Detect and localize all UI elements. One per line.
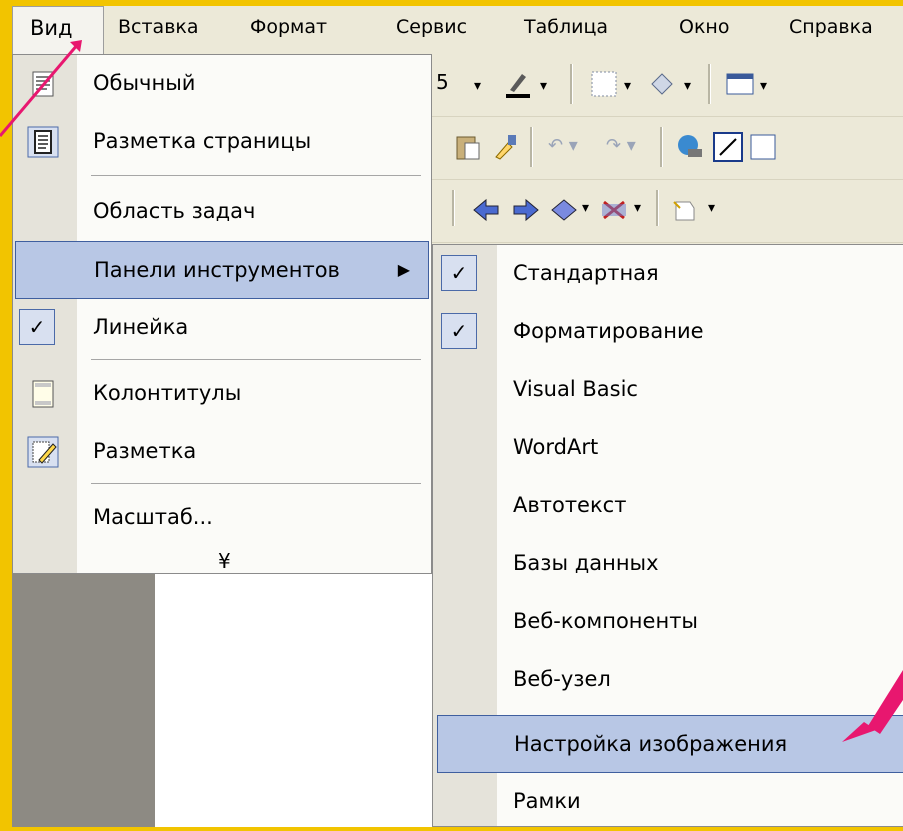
submenu-item-databases[interactable]: Базы данных [433,535,903,593]
submenu-item-label: Автотекст [513,493,627,517]
submenu-item-frames[interactable]: Рамки [433,773,903,831]
submenu-item-wordart[interactable]: WordArt [433,419,903,477]
submenu-item-label: Visual Basic [513,377,638,401]
menu-item-header-footer[interactable]: Колонтитулы [13,365,431,423]
format-painter-icon[interactable] [490,131,522,163]
fill-color-dropdown-icon[interactable]: ▾ [684,78,691,94]
menu-item-label: Разметка страницы [93,129,312,153]
hyperlink-icon[interactable] [674,131,706,163]
menu-insert[interactable]: Вставка [118,16,199,38]
markup-icon [27,436,59,468]
submenu-item-label: WordArt [513,435,599,459]
stop-dropdown-icon[interactable]: ▾ [634,200,641,216]
submenu-item-label: Базы данных [513,551,659,575]
submenu-item-formatting[interactable]: ✓ Форматирование [433,303,903,361]
menu-separator [91,483,421,484]
font-size-dropdown-icon[interactable]: ▾ [474,78,481,94]
menu-item-page-layout[interactable]: Разметка страницы [13,113,431,171]
submenu-item-autotext[interactable]: Автотекст [433,477,903,535]
insert-table-icon[interactable] [748,131,780,163]
check-icon: ✓ [441,255,477,291]
highlight-dropdown-icon[interactable]: ▾ [540,78,547,94]
normal-view-icon [32,71,54,97]
toolbars-area: 5 ▾ ▾ ▾ ▾ ▾ ↶ ▾ ↷ ▾ ▾ ▾ ▾ [430,54,903,244]
menu-item-label: Масштаб... [93,505,213,529]
document-left-margin [12,570,155,827]
toolbars-submenu: ✓ Стандартная ✓ Форматирование Visual Ba… [432,244,903,827]
undo-icon[interactable]: ↶ ▾ [548,135,578,156]
borders-icon[interactable] [588,68,620,100]
submenu-item-label: Веб-компоненты [513,609,699,633]
highlight-icon[interactable] [502,68,534,100]
submenu-item-label: Стандартная [513,261,659,285]
menu-separator [91,359,421,360]
document-page[interactable] [155,570,435,827]
menu-item-markup[interactable]: Разметка [13,423,431,481]
submenu-arrow-icon: ▶ [397,260,410,279]
font-size-field[interactable]: 5 [436,70,449,94]
forward-icon[interactable] [510,198,542,222]
borders-dropdown-icon[interactable]: ▾ [624,78,631,94]
menu-item-zoom[interactable]: Масштаб... [13,489,431,547]
view-menu: Обычный Разметка страницы Область задач … [12,54,432,574]
menu-item-label: Обычный [93,71,196,95]
menu-bar: Вид Вставка Формат Сервис Таблица Окно С… [12,6,903,54]
table-dropdown-icon[interactable]: ▾ [760,78,767,94]
submenu-item-web-components[interactable]: Веб-компоненты [433,593,903,651]
check-icon: ✓ [441,313,477,349]
page-layout-icon [27,126,59,158]
header-footer-icon [32,380,54,408]
check-icon: ✓ [19,309,55,345]
table-icon[interactable] [724,68,756,100]
menu-tools[interactable]: Сервис [396,16,467,38]
menu-separator [91,175,421,176]
menu-table[interactable]: Таблица [524,16,608,38]
submenu-item-standard[interactable]: ✓ Стандартная [433,245,903,303]
menu-format[interactable]: Формат [250,16,327,38]
paste-icon[interactable] [452,131,484,163]
fill-color-icon[interactable] [646,68,678,100]
submenu-item-label: Веб-узел [513,667,611,691]
favorites-dropdown-icon[interactable]: ▾ [708,200,715,216]
menu-item-label: Колонтитулы [93,381,242,405]
menu-item-label: Разметка [93,439,197,463]
menu-item-ruler[interactable]: ✓ Линейка [13,299,431,357]
menu-view[interactable]: Вид [12,6,104,54]
submenu-item-visual-basic[interactable]: Visual Basic [433,361,903,419]
refresh-icon[interactable] [548,198,580,222]
stop-icon[interactable] [598,198,630,222]
menu-item-task-pane[interactable]: Область задач [13,183,431,241]
webtools-toolbar: ▾ ▾ ▾ [430,180,903,243]
refresh-dropdown-icon[interactable]: ▾ [582,200,589,216]
chevron-double-down-icon[interactable]: ¥ [218,549,231,573]
tables-borders-icon[interactable] [712,131,744,163]
submenu-item-label: Настройка изображения [514,732,788,756]
favorites-icon[interactable] [670,198,702,222]
submenu-item-label: Форматирование [513,319,704,343]
submenu-item-label: Рамки [513,789,581,813]
redo-icon[interactable]: ↷ ▾ [606,135,636,156]
menu-item-normal[interactable]: Обычный [13,55,431,113]
menu-window[interactable]: Окно [679,16,729,38]
menu-item-label: Панели инструментов [94,258,340,282]
submenu-item-web-site[interactable]: Веб-узел [433,651,903,709]
formatting-toolbar: 5 ▾ ▾ ▾ ▾ ▾ [430,54,903,117]
menu-help[interactable]: Справка [789,16,873,38]
menu-item-label: Линейка [93,315,189,339]
menu-item-toolbars[interactable]: Панели инструментов ▶ [15,241,429,299]
back-icon[interactable] [470,198,502,222]
submenu-item-picture[interactable]: Настройка изображения [437,715,903,773]
standard-toolbar: ↶ ▾ ↷ ▾ [430,117,903,180]
menu-item-label: Область задач [93,199,256,223]
